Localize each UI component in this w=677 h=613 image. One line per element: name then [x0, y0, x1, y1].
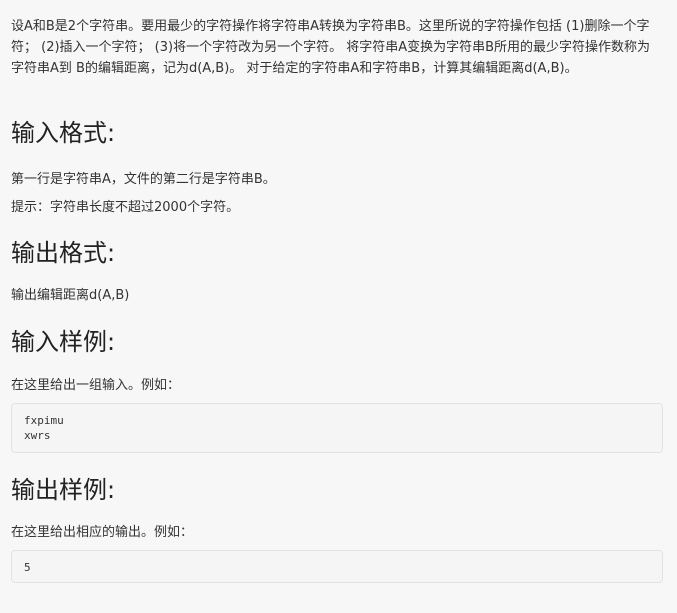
input-sample-heading: 输入样例:	[11, 328, 116, 356]
input-format-heading: 输入格式:	[11, 119, 116, 147]
input-sample-description: 在这里给出一组输入。例如：	[11, 378, 181, 393]
output-format-line: 输出编辑距离d(A,B)	[11, 288, 130, 303]
problem-description: 设A和B是2个字符串。要用最少的字符操作将字符串A转换为字符串B。这里所说的字符…	[11, 19, 651, 76]
output-sample-code[interactable]: 5	[11, 550, 663, 583]
output-format-heading: 输出格式:	[11, 239, 116, 267]
input-format-line: 第一行是字符串A，文件的第二行是字符串B。	[11, 172, 276, 187]
output-sample-description: 在这里给出相应的输出。例如：	[11, 525, 194, 540]
problem-statement: 设A和B是2个字符串。要用最少的字符操作将字符串A转换为字符串B。这里所说的字符…	[0, 0, 677, 613]
input-format-hint: 提示：字符串长度不超过2000个字符。	[11, 200, 240, 215]
output-sample-heading: 输出样例:	[11, 476, 116, 504]
input-sample-code[interactable]: fxpimu xwrs	[11, 403, 663, 453]
